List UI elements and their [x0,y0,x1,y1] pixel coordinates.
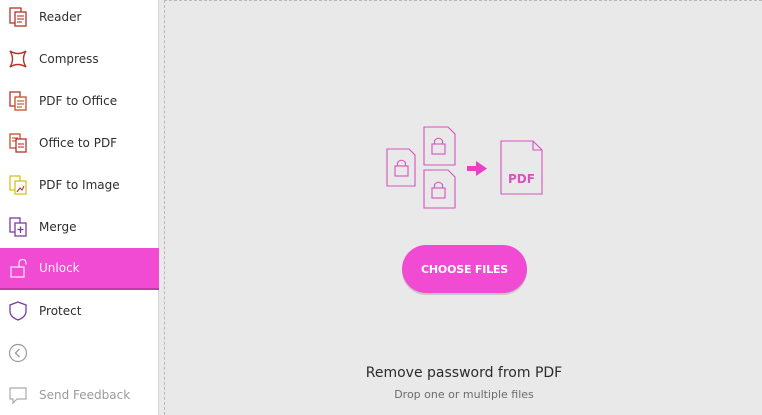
sidebar-item-label: Compress [39,52,99,66]
sidebar-item-label: PDF to Image [39,178,120,192]
send-feedback-button[interactable]: Send Feedback [0,374,159,415]
shield-icon [9,301,27,321]
sidebar-item-reader[interactable]: Reader [0,0,159,38]
sidebar: Reader Compress PDF to Office Office to … [0,0,159,415]
reader-icon [9,7,27,27]
choose-files-button[interactable]: CHOOSE FILES [402,245,527,293]
sidebar-item-label: PDF to Office [39,94,118,108]
compress-icon [9,50,27,68]
arrow-right-icon [467,161,487,176]
sidebar-item-label: Office to PDF [39,136,118,150]
sidebar-item-label: Protect [39,304,82,318]
locked-file-icon [386,148,416,187]
unlock-icon [10,258,27,278]
office-to-pdf-icon [9,133,27,153]
sidebar-item-pdf-to-image[interactable]: PDF to Image [0,164,159,206]
merge-icon [9,217,27,237]
locked-file-icon [423,126,456,166]
sidebar-item-label: Unlock [39,261,80,275]
send-feedback-label: Send Feedback [39,388,131,402]
sidebar-item-label: Reader [39,10,82,24]
sidebar-item-label: Merge [39,220,77,234]
page-subtitle: Drop one or multiple files [394,388,534,401]
pdf-file-icon [500,140,543,195]
sidebar-item-protect[interactable]: Protect [0,290,159,332]
app-window: Reader Compress PDF to Office Office to … [0,0,762,415]
sidebar-item-unlock[interactable]: Unlock [0,248,159,290]
drop-zone[interactable]: PDF CHOOSE FILES Remove password from PD… [164,0,762,415]
pdf-to-office-icon [9,91,27,111]
sidebar-item-merge[interactable]: Merge [0,206,159,248]
locked-file-icon [423,169,456,209]
sidebar-back-button[interactable] [0,332,159,374]
sidebar-item-compress[interactable]: Compress [0,38,159,80]
pdf-file-label: PDF [508,172,535,186]
sidebar-item-office-to-pdf[interactable]: Office to PDF [0,122,159,164]
back-arrow-icon [8,343,28,363]
sidebar-item-pdf-to-office[interactable]: PDF to Office [0,80,159,122]
page-title: Remove password from PDF [365,365,563,381]
unlock-illustration: PDF [386,126,543,209]
pdf-to-image-icon [9,175,27,195]
feedback-icon [9,387,27,405]
